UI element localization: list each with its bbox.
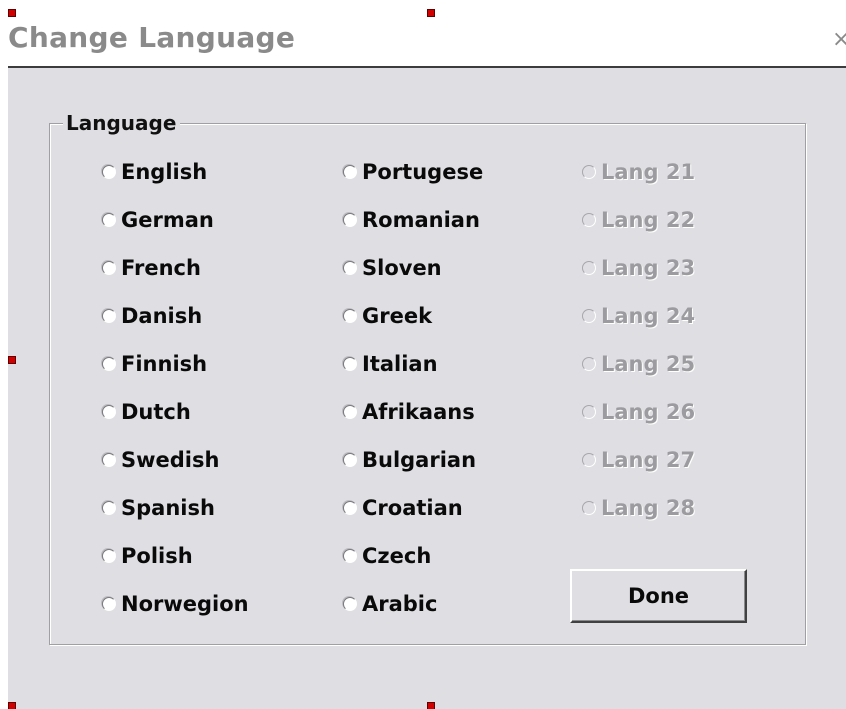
radio-french[interactable]: French — [102, 253, 201, 283]
radio-label: Lang 22 — [601, 208, 696, 232]
radio-label: Lang 25 — [601, 352, 696, 376]
radio-swedish[interactable]: Swedish — [102, 445, 219, 475]
radio-lang-27: Lang 27 — [582, 445, 695, 475]
radio-label: Finnish — [121, 352, 208, 376]
radio-label: Bulgarian — [362, 448, 477, 472]
selection-handle-top-left[interactable] — [8, 9, 16, 17]
radio-danish[interactable]: Danish — [102, 301, 202, 331]
radio-button-icon[interactable] — [102, 357, 116, 371]
designer-canvas: Change Language × Language English Germa… — [0, 0, 846, 709]
radio-lang-22: Lang 22 — [582, 205, 695, 235]
radio-button-icon[interactable] — [343, 309, 357, 323]
radio-label: Czech — [362, 544, 432, 568]
radio-label: Spanish — [121, 496, 215, 520]
radio-label: Norwegion — [121, 592, 249, 616]
radio-arabic[interactable]: Arabic — [343, 589, 437, 619]
radio-button-icon — [582, 501, 596, 515]
radio-dutch[interactable]: Dutch — [102, 397, 191, 427]
radio-label: Danish — [121, 304, 203, 328]
change-language-dialog: Change Language × Language English Germa… — [8, 13, 846, 709]
radio-label: Italian — [362, 352, 438, 376]
radio-button-icon — [582, 165, 596, 179]
radio-greek[interactable]: Greek — [343, 301, 432, 331]
language-group-label: Language — [63, 110, 181, 136]
radio-label: Lang 27 — [601, 448, 696, 472]
radio-label: Swedish — [121, 448, 220, 472]
radio-label: Arabic — [362, 592, 438, 616]
radio-norwegion[interactable]: Norwegion — [102, 589, 249, 619]
radio-label: Afrikaans — [362, 400, 475, 424]
radio-button-icon[interactable] — [343, 453, 357, 467]
dialog-title: Change Language — [8, 21, 296, 54]
radio-label: Romanian — [362, 208, 480, 232]
radio-afrikaans[interactable]: Afrikaans — [343, 397, 475, 427]
radio-portugese[interactable]: Portugese — [343, 157, 483, 187]
radio-label: Lang 26 — [601, 400, 696, 424]
language-groupbox: Language English German French Danish Fi… — [49, 110, 806, 645]
radio-button-icon — [582, 309, 596, 323]
radio-lang-25: Lang 25 — [582, 349, 695, 379]
radio-bulgarian[interactable]: Bulgarian — [343, 445, 476, 475]
close-icon[interactable]: × — [832, 27, 846, 53]
radio-button-icon — [582, 357, 596, 371]
radio-lang-28: Lang 28 — [582, 493, 695, 523]
radio-croatian[interactable]: Croatian — [343, 493, 463, 523]
radio-lang-23: Lang 23 — [582, 253, 695, 283]
done-button[interactable]: Done — [570, 569, 747, 623]
radio-label: Greek — [362, 304, 433, 328]
radio-button-icon[interactable] — [102, 309, 116, 323]
radio-czech[interactable]: Czech — [343, 541, 431, 571]
radio-label: German — [121, 208, 214, 232]
title-bar[interactable]: Change Language × — [8, 13, 846, 68]
radio-label: Dutch — [121, 400, 191, 424]
radio-label: Croatian — [362, 496, 463, 520]
radio-button-icon[interactable] — [102, 501, 116, 515]
radio-lang-24: Lang 24 — [582, 301, 695, 331]
radio-sloven[interactable]: Sloven — [343, 253, 442, 283]
radio-label: Lang 24 — [601, 304, 696, 328]
radio-button-icon[interactable] — [102, 597, 116, 611]
radio-button-icon[interactable] — [102, 453, 116, 467]
selection-handle-top-center[interactable] — [427, 9, 435, 17]
radio-romanian[interactable]: Romanian — [343, 205, 480, 235]
radio-button-icon[interactable] — [343, 597, 357, 611]
radio-button-icon — [582, 261, 596, 275]
radio-label: Lang 28 — [601, 496, 696, 520]
radio-spanish[interactable]: Spanish — [102, 493, 215, 523]
radio-label: English — [121, 160, 208, 184]
radio-polish[interactable]: Polish — [102, 541, 193, 571]
radio-button-icon[interactable] — [102, 549, 116, 563]
radio-button-icon[interactable] — [102, 261, 116, 275]
radio-button-icon[interactable] — [343, 549, 357, 563]
radio-button-icon[interactable] — [343, 357, 357, 371]
radio-english[interactable]: English — [102, 157, 207, 187]
radio-button-icon — [582, 453, 596, 467]
radio-button-icon[interactable] — [102, 405, 116, 419]
radio-button-icon[interactable] — [343, 165, 357, 179]
radio-label: Portugese — [362, 160, 484, 184]
selection-handle-middle-left[interactable] — [8, 356, 16, 364]
radio-button-icon[interactable] — [343, 501, 357, 515]
radio-lang-26: Lang 26 — [582, 397, 695, 427]
radio-button-icon[interactable] — [102, 165, 116, 179]
radio-italian[interactable]: Italian — [343, 349, 438, 379]
radio-label: Polish — [121, 544, 193, 568]
radio-button-icon[interactable] — [343, 405, 357, 419]
radio-lang-21: Lang 21 — [582, 157, 695, 187]
radio-label: French — [121, 256, 201, 280]
radio-finnish[interactable]: Finnish — [102, 349, 207, 379]
radio-button-icon[interactable] — [343, 213, 357, 227]
radio-button-icon — [582, 213, 596, 227]
radio-label: Lang 23 — [601, 256, 696, 280]
selection-handle-bottom-left[interactable] — [8, 702, 16, 709]
radio-german[interactable]: German — [102, 205, 214, 235]
radio-button-icon[interactable] — [102, 213, 116, 227]
radio-label: Sloven — [362, 256, 442, 280]
selection-handle-bottom-center[interactable] — [427, 702, 435, 709]
radio-label: Lang 21 — [601, 160, 696, 184]
radio-button-icon — [582, 405, 596, 419]
radio-button-icon[interactable] — [343, 261, 357, 275]
